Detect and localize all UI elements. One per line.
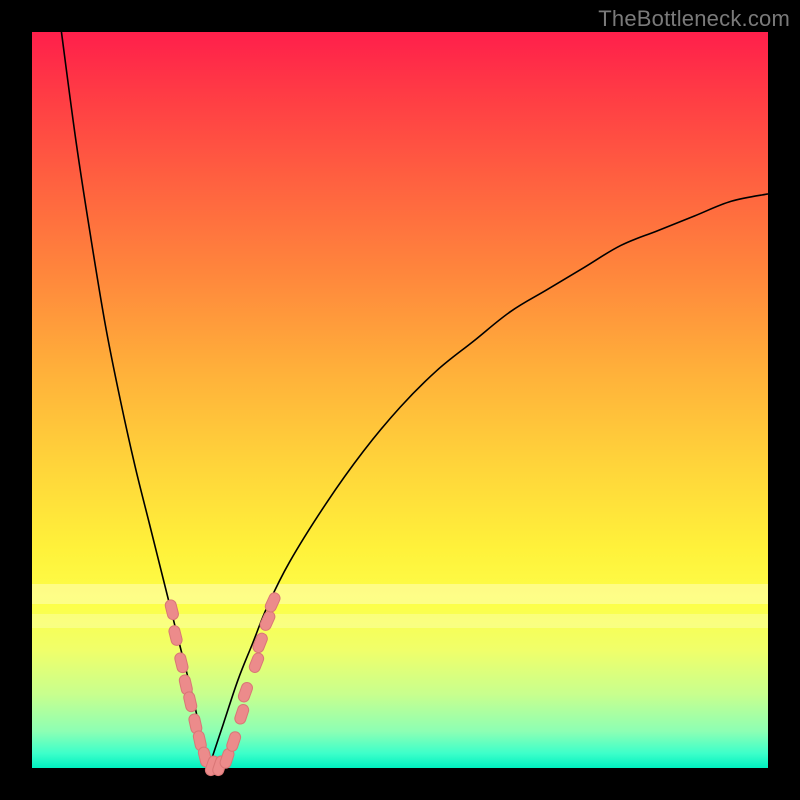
marker-capsule bbox=[233, 703, 250, 725]
marker-capsule bbox=[251, 632, 269, 655]
curve-left-branch bbox=[61, 32, 208, 768]
marker-capsule bbox=[174, 652, 190, 674]
marker-capsule bbox=[258, 609, 276, 632]
marker-capsule bbox=[248, 651, 266, 674]
marker-capsule bbox=[264, 591, 282, 614]
watermark-text: TheBottleneck.com bbox=[598, 6, 790, 32]
marker-group bbox=[164, 591, 282, 777]
chart-frame: TheBottleneck.com bbox=[0, 0, 800, 800]
curve-layer bbox=[32, 32, 768, 768]
marker-capsule bbox=[237, 681, 254, 704]
marker-capsule bbox=[183, 691, 198, 713]
plot-area bbox=[32, 32, 768, 768]
curve-right-branch bbox=[209, 194, 768, 768]
marker-capsule bbox=[164, 599, 180, 621]
marker-capsule bbox=[225, 730, 242, 752]
marker-capsule bbox=[168, 624, 184, 646]
